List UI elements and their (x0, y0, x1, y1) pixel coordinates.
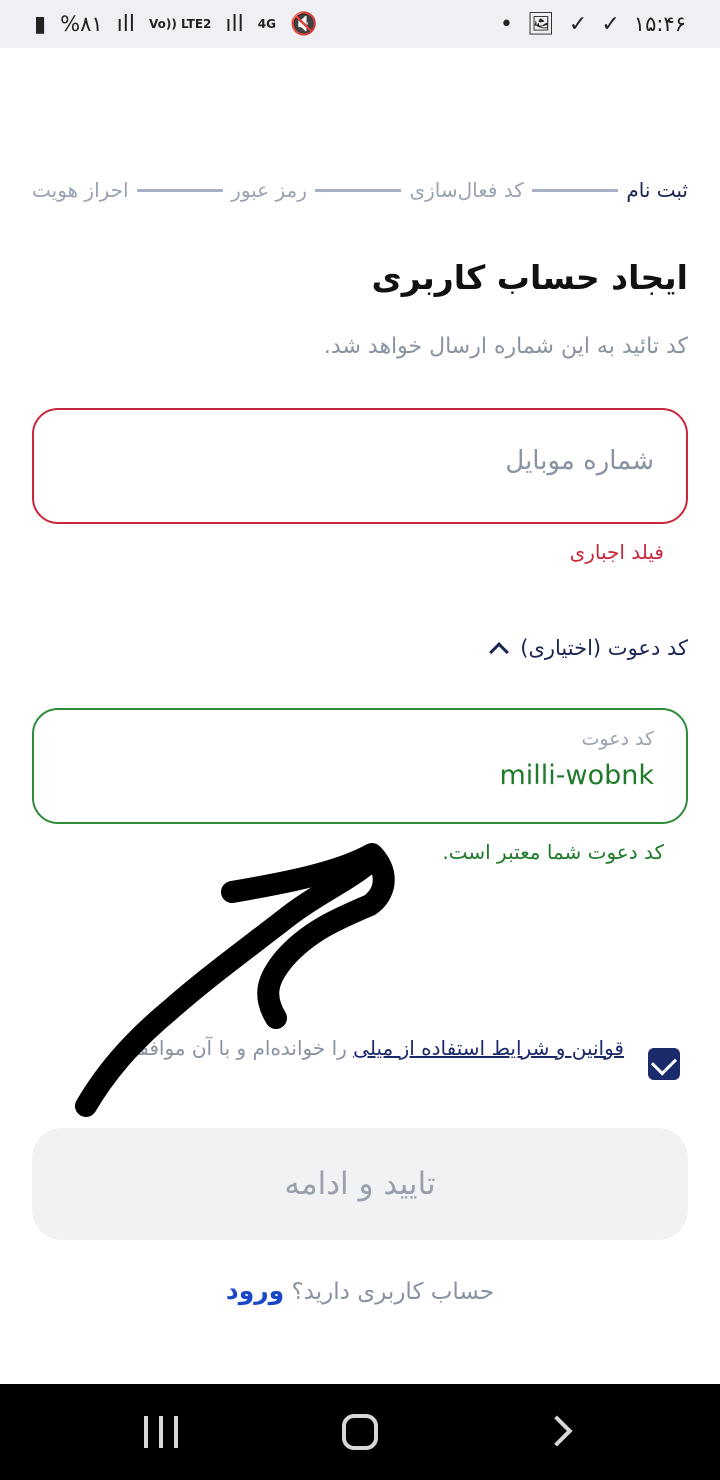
login-question: حساب کاربری دارید؟ (291, 1279, 495, 1305)
terms-text: قوانین و شرایط استفاده از میلی را خوانده… (84, 1032, 624, 1064)
invite-field-value: milli-wobnk (499, 760, 654, 791)
check-icon-2: ✓ (601, 11, 620, 37)
terms-link[interactable]: قوانین و شرایط استفاده از میلی (353, 1036, 624, 1060)
terms-checkbox[interactable] (648, 1048, 680, 1080)
step-signup: ثبت نام (626, 178, 688, 202)
invite-code-toggle[interactable]: کد دعوت (اختیاری) (489, 636, 688, 662)
network-type: 4G (257, 17, 276, 31)
chevron-up-icon (489, 642, 510, 662)
battery-icon: ▮ (34, 11, 47, 37)
step-activation: کد فعال‌سازی (409, 178, 524, 202)
image-icon: 🖼 (526, 11, 555, 37)
step-connector (136, 188, 224, 192)
terms-suffix: را خوانده‌ام و با آن موافقم. (119, 1036, 354, 1060)
check-icon: ✓ (568, 11, 588, 37)
registration-stepper: ثبت نام کد فعال‌سازی رمز عبور احراز هویت (32, 172, 688, 208)
system-nav-bar (0, 1384, 720, 1480)
signal-icon: ıll (116, 11, 135, 37)
invite-code-field[interactable]: کد دعوت milli-wobnk (32, 708, 688, 824)
step-connector (314, 188, 402, 192)
invite-toggle-label: کد دعوت (اختیاری) (520, 636, 688, 660)
page-subtitle: کد تائید به این شماره ارسال خواهد شد. (323, 334, 688, 359)
recent-apps-icon[interactable] (144, 1416, 178, 1448)
status-left: ▮ %۸۱ ıll Vo)) LTE2 ıll 4G 🔇 (34, 12, 317, 37)
page-title: ایجاد حساب کاربری (371, 258, 688, 297)
phone-placeholder: شماره موبایل (505, 446, 654, 476)
arrow-head (221, 843, 395, 1029)
step-connector (531, 188, 619, 192)
volte-indicator: Vo)) LTE2 (148, 17, 212, 31)
step-password: رمز عبور (231, 178, 307, 202)
battery-level: %۸۱ (60, 12, 103, 36)
status-bar: ▮ %۸۱ ıll Vo)) LTE2 ıll 4G 🔇 • 🖼 ✓ ✓ ۱۵:… (0, 0, 720, 48)
invite-success-message: کد دعوت شما معتبر است. (442, 840, 664, 864)
phone-field[interactable]: شماره موبایل (32, 408, 688, 524)
phone-error-message: فیلد اجباری (569, 540, 664, 564)
back-icon[interactable] (541, 1415, 573, 1447)
login-row: حساب کاربری دارید؟ ورود (0, 1276, 720, 1305)
mute-icon: 🔇 (289, 11, 318, 37)
clock: ۱۵:۴۶ (633, 12, 686, 36)
terms-row: قوانین و شرایط استفاده از میلی را خوانده… (88, 1030, 688, 1100)
step-identity: احراز هویت (31, 178, 129, 202)
home-icon[interactable] (342, 1414, 378, 1450)
invite-field-label: کد دعوت (581, 728, 654, 750)
status-right: • 🖼 ✓ ✓ ۱۵:۴۶ (500, 12, 686, 37)
login-link[interactable]: ورود (226, 1276, 284, 1305)
signal-icon-2: ıll (225, 11, 244, 37)
submit-button[interactable]: تایید و ادامه (32, 1128, 688, 1240)
dot-icon: • (500, 11, 513, 37)
